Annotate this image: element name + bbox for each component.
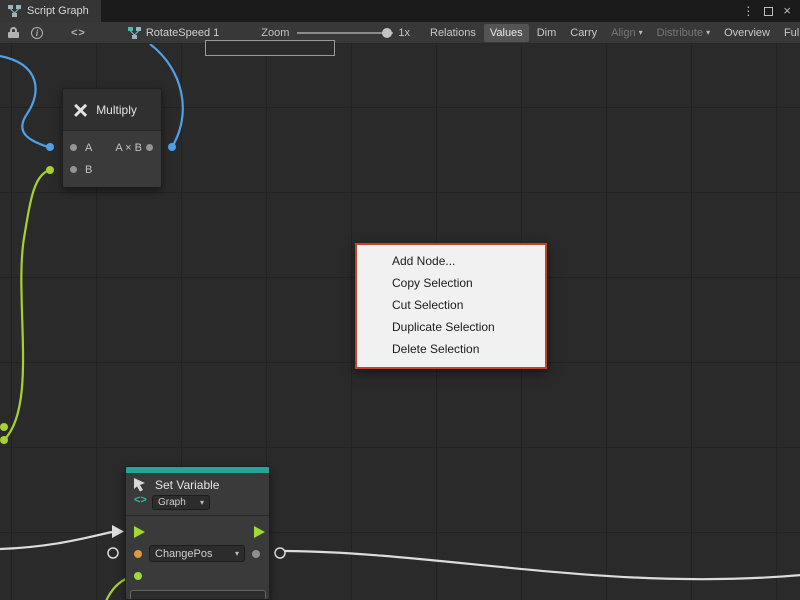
- lock-icon[interactable]: [8, 27, 19, 38]
- multiply-row-a: A A × B: [63, 137, 161, 159]
- maximize-icon[interactable]: [764, 7, 773, 16]
- set-variable-icon: <>: [132, 476, 152, 506]
- multiply-node-header[interactable]: × Multiply: [63, 89, 161, 131]
- dim-button[interactable]: Dim: [531, 24, 563, 42]
- graph-name: RotateSpeed 1: [146, 27, 219, 39]
- relations-button[interactable]: Relations: [424, 24, 482, 42]
- info-icon[interactable]: i: [31, 27, 43, 39]
- variable-kind-label: Graph: [158, 497, 186, 508]
- context-menu: Add Node... Copy Selection Cut Selection…: [355, 243, 547, 369]
- menu-item-cut-selection[interactable]: Cut Selection: [357, 294, 545, 316]
- script-graph-icon: [8, 5, 21, 17]
- chevron-down-icon: ▾: [706, 28, 710, 37]
- flow-input-port[interactable]: [134, 526, 145, 538]
- input-port-b[interactable]: [70, 166, 77, 173]
- chevron-down-icon: ▾: [639, 28, 643, 37]
- node-accent-strip: [126, 467, 269, 473]
- chevron-down-icon: ▾: [200, 498, 204, 507]
- align-button[interactable]: Align▾: [605, 24, 648, 42]
- zoom-slider[interactable]: [297, 27, 393, 39]
- tab-bar: Script Graph ⋮ ×: [0, 0, 800, 22]
- tab-script-graph[interactable]: Script Graph: [0, 0, 101, 22]
- window-controls: ⋮ ×: [742, 4, 800, 18]
- chevron-down-icon: ▾: [235, 549, 239, 558]
- multiply-node-title: Multiply: [96, 103, 137, 117]
- window-menu-icon[interactable]: ⋮: [742, 4, 754, 18]
- node-divider: [126, 515, 269, 516]
- value-input-port-orange[interactable]: [134, 550, 142, 558]
- flow-output-port[interactable]: [254, 526, 265, 538]
- close-icon[interactable]: ×: [783, 6, 791, 16]
- variable-kind-dropdown[interactable]: Graph ▾: [152, 495, 210, 510]
- floating-field-outline: [205, 40, 335, 56]
- output-port-result[interactable]: [146, 144, 153, 151]
- port-label-b: B: [85, 164, 92, 176]
- multiply-row-b: B: [63, 159, 161, 181]
- tab-title: Script Graph: [27, 5, 89, 17]
- zoom-slider-knob[interactable]: [382, 28, 392, 38]
- multiply-icon: ×: [73, 97, 88, 123]
- code-icon[interactable]: <>: [71, 27, 86, 39]
- carry-button[interactable]: Carry: [564, 24, 603, 42]
- port-label-a: A: [85, 142, 92, 154]
- zoom-label: Zoom: [261, 27, 289, 39]
- zoom-slider-track: [297, 32, 393, 34]
- set-variable-node[interactable]: <> Set Variable Graph ▾ ChangePos ▾: [125, 466, 270, 600]
- menu-item-add-node[interactable]: Add Node...: [357, 250, 545, 272]
- menu-item-delete-selection[interactable]: Delete Selection: [357, 338, 545, 360]
- zoom-value: 1x: [398, 27, 410, 39]
- variable-name-dropdown[interactable]: ChangePos ▾: [149, 545, 245, 562]
- graph-toolbar: i <> RotateSpeed 1 Zoom 1x Relations Val…: [0, 22, 800, 44]
- value-field-cutoff[interactable]: [130, 590, 266, 600]
- graph-asset-icon: [128, 27, 141, 39]
- graph-reference[interactable]: RotateSpeed 1: [128, 27, 219, 39]
- svg-text:<>: <>: [134, 494, 147, 506]
- input-port-a[interactable]: [70, 144, 77, 151]
- overview-button[interactable]: Overview: [718, 24, 776, 42]
- multiply-node-body: A A × B B: [63, 131, 161, 187]
- menu-item-duplicate-selection[interactable]: Duplicate Selection: [357, 316, 545, 338]
- set-variable-title: Set Variable: [155, 478, 219, 492]
- multiply-node[interactable]: × Multiply A A × B B: [62, 88, 162, 188]
- port-label-result: A × B: [115, 142, 142, 154]
- menu-item-copy-selection[interactable]: Copy Selection: [357, 272, 545, 294]
- full-screen-button[interactable]: Full Screen: [778, 24, 800, 42]
- value-output-port[interactable]: [252, 550, 260, 558]
- values-button[interactable]: Values: [484, 24, 529, 42]
- variable-name-label: ChangePos: [155, 548, 213, 560]
- distribute-button[interactable]: Distribute▾: [651, 24, 716, 42]
- value-input-port-green[interactable]: [134, 572, 142, 580]
- toolbar-buttons: Relations Values Dim Carry Align▾ Distri…: [422, 24, 800, 42]
